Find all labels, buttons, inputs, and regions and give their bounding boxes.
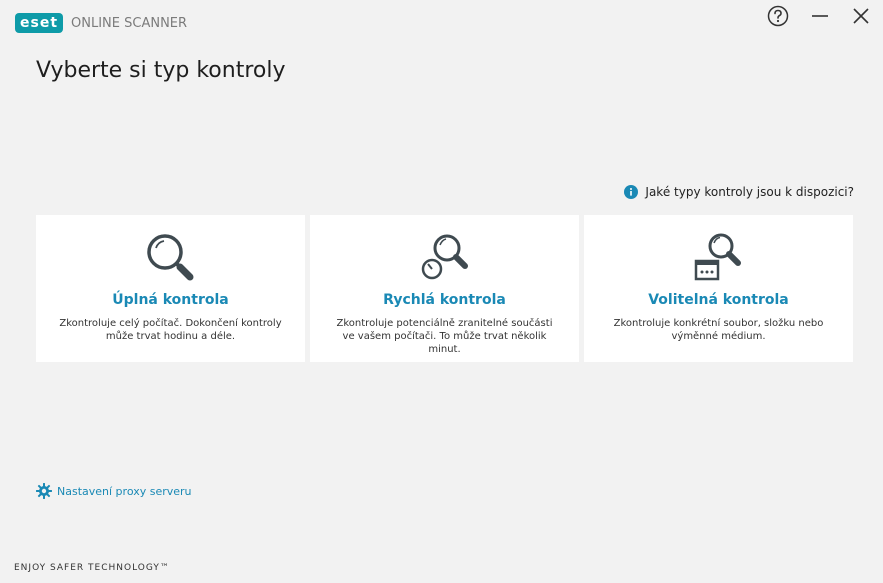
custom-scan-icon	[694, 233, 741, 281]
full-scan-card[interactable]: Úplná kontrola Zkontroluje celý počítač.…	[36, 215, 305, 362]
minimize-button[interactable]	[808, 4, 832, 28]
title-bar: eset ONLINE SCANNER	[0, 0, 883, 50]
close-button[interactable]	[849, 4, 873, 28]
custom-scan-title: Volitelná kontrola	[648, 292, 789, 308]
info-icon	[624, 185, 639, 199]
magnifier-icon	[146, 234, 193, 281]
scan-types-info-label: Jaké typy kontroly jsou k dispozici?	[645, 185, 854, 199]
custom-scan-card[interactable]: Volitelná kontrola Zkontroluje konkrétní…	[584, 215, 853, 362]
scan-type-cards: Úplná kontrola Zkontroluje celý počítač.…	[36, 215, 853, 362]
full-scan-description: Zkontroluje celý počítač. Dokončení kont…	[59, 318, 282, 342]
help-circle-icon	[767, 5, 789, 27]
quick-scan-card[interactable]: Rychlá kontrola Zkontroluje potenciálně …	[310, 215, 579, 362]
product-name: ONLINE SCANNER	[71, 15, 188, 31]
quick-scan-description: Zkontroluje potenciálně zranitelné součá…	[336, 318, 553, 355]
quick-scan-title: Rychlá kontrola	[383, 292, 506, 308]
scan-types-info-link[interactable]: Jaké typy kontroly jsou k dispozici?	[624, 185, 854, 199]
help-button[interactable]	[766, 4, 790, 28]
proxy-settings-link[interactable]: Nastavení proxy serveru	[36, 483, 192, 499]
footer-tagline: ENJOY SAFER TECHNOLOGY™	[14, 563, 170, 573]
gear-icon	[36, 483, 52, 499]
eset-logo: eset ONLINE SCANNER	[15, 13, 187, 33]
close-icon	[853, 8, 869, 24]
proxy-settings-label: Nastavení proxy serveru	[57, 484, 192, 498]
full-scan-title: Úplná kontrola	[112, 292, 229, 308]
eset-logo-badge: eset	[15, 13, 64, 33]
custom-scan-description: Zkontroluje konkrétní soubor, složku neb…	[613, 318, 824, 342]
minimize-icon	[812, 15, 828, 17]
page-title: Vyberte si typ kontroly	[36, 58, 286, 83]
quick-scan-icon	[421, 234, 468, 280]
